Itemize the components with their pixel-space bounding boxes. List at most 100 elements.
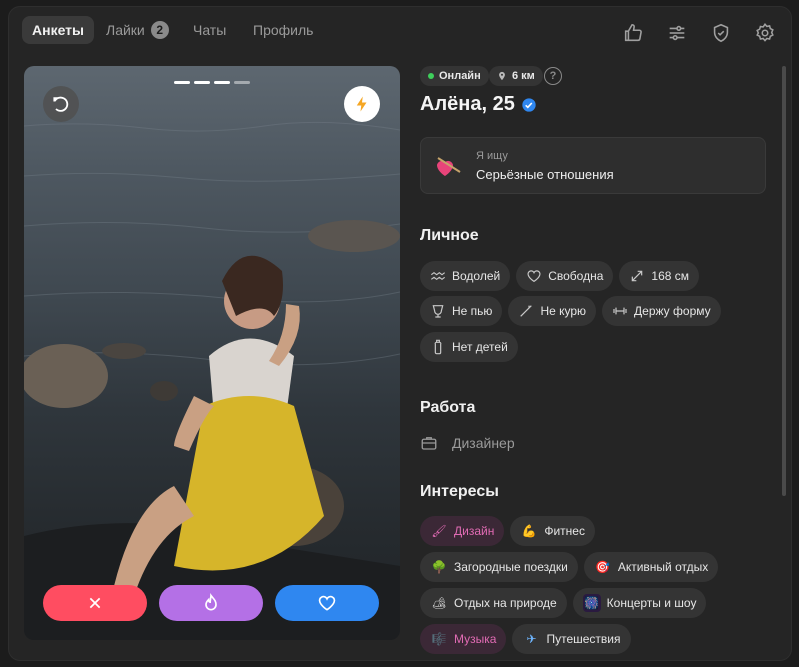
muscle-icon: 💪	[521, 524, 537, 538]
chip-interest-music: 🎼 Музыка	[420, 624, 507, 654]
name-age: Алёна, 25	[420, 93, 515, 115]
heart-outline-icon	[527, 270, 541, 283]
interests-row: 🌳 Загородные поездки 🎯 Активный отдых	[420, 552, 719, 582]
distance-badge: 6 км	[489, 66, 543, 86]
chip-label: Фитнес	[544, 524, 585, 538]
chip-label: Активный отдых	[617, 560, 709, 574]
chip-interest-nature: 🏕 Отдых на природе	[420, 588, 567, 618]
tab-label: Лайки	[106, 22, 145, 38]
target-icon: 🎯	[595, 560, 611, 574]
progress-segment	[194, 81, 210, 84]
sliders-icon[interactable]	[666, 22, 688, 44]
no-smoking-icon	[520, 305, 533, 317]
chip-label: Нет детей	[452, 340, 508, 354]
chip-interest-design: 🖌 Дизайн	[420, 516, 505, 546]
thumbs-up-icon[interactable]	[622, 22, 644, 44]
gear-icon[interactable]	[754, 22, 776, 44]
tab-likes[interactable]: Лайки 2	[106, 16, 169, 44]
chip-children: Нет детей	[420, 332, 518, 362]
name-age-row: Алёна, 25	[420, 93, 537, 116]
boost-button[interactable]	[344, 86, 380, 122]
chip-label: Дизайн	[454, 524, 495, 538]
chip-fitness: Держу форму	[602, 296, 721, 326]
scrollbar[interactable]	[782, 66, 786, 496]
interests-row: 🎼 Музыка ✈ Путешествия	[420, 624, 631, 654]
chip-interest-trips: 🌳 Загородные поездки	[420, 552, 578, 582]
chip-interest-fitness: 💪 Фитнес	[510, 516, 595, 546]
chip-relationship: Свободна	[516, 261, 614, 291]
photo-scene	[24, 121, 400, 640]
shield-check-icon[interactable]	[710, 22, 732, 44]
chip-label: Водолей	[452, 269, 501, 283]
flame-icon	[205, 593, 217, 611]
tab-label: Профиль	[253, 22, 314, 38]
tab-profile[interactable]: Профиль	[253, 16, 313, 44]
chip-smoking: Не курю	[508, 296, 597, 326]
chip-zodiac: Водолей	[420, 261, 511, 291]
chip-label: 168 см	[651, 269, 689, 283]
fireworks-icon: 🎆	[582, 594, 601, 612]
dislike-button[interactable]	[43, 585, 147, 621]
dumbbell-icon	[613, 307, 627, 315]
chip-label: Музыка	[454, 632, 497, 646]
undo-button[interactable]	[43, 86, 79, 122]
bottle-icon	[434, 339, 442, 355]
verified-icon	[522, 97, 536, 112]
tab-label: Анкеты	[32, 22, 84, 38]
glass-icon	[432, 305, 444, 318]
work-row: Дизайнер	[420, 434, 515, 452]
heart-icon	[318, 595, 336, 611]
interests-row: 🖌 Дизайн 💪 Фитнес	[420, 516, 595, 546]
tree-icon: 🌳	[431, 560, 447, 574]
superlike-button[interactable]	[159, 585, 263, 621]
section-title-personal: Личное	[420, 227, 479, 244]
lightning-icon	[356, 96, 367, 112]
likes-count-badge: 2	[150, 21, 169, 39]
chip-interest-active: 🎯 Активный отдых	[583, 552, 719, 582]
personal-row: Не пью Не курю Держу форму	[420, 296, 721, 326]
chip-label: Путешествия	[546, 632, 621, 646]
tab-profiles[interactable]: Анкеты	[22, 16, 94, 44]
online-status-badge: Онлайн	[420, 66, 489, 86]
undo-icon	[53, 96, 69, 112]
chip-label: Концерты и шоу	[606, 596, 697, 610]
chip-label: Не пью	[452, 304, 493, 318]
expand-icon	[632, 270, 643, 282]
progress-segment	[234, 81, 250, 84]
online-dot	[428, 73, 434, 79]
chip-label: Держу форму	[634, 304, 711, 318]
personal-row: Водолей Свободна 168 см	[420, 261, 699, 291]
airplane-icon: ✈	[526, 632, 537, 646]
camping-icon: 🏕	[431, 596, 447, 610]
section-title-interests: Интересы	[420, 483, 499, 500]
music-score-icon: 🎼	[431, 632, 447, 646]
photo-progress	[174, 81, 250, 84]
aquarius-icon	[430, 271, 446, 281]
distance-label: 6 км	[512, 70, 535, 82]
interests-row: 🏕 Отдых на природе 🎆 Концерты и шоу	[420, 588, 707, 618]
chip-drinking: Не пью	[420, 296, 503, 326]
location-pin-icon	[499, 71, 505, 81]
chip-interest-travel: ✈ Путешествия	[512, 624, 631, 654]
chip-interest-concerts: 🎆 Концерты и шоу	[572, 588, 707, 618]
chip-height: 168 см	[619, 261, 699, 291]
progress-segment	[214, 81, 230, 84]
chip-label: Отдых на природе	[454, 596, 557, 610]
tab-chats[interactable]: Чаты	[193, 16, 226, 44]
chip-label: Свободна	[548, 269, 604, 283]
briefcase-icon	[421, 437, 437, 450]
online-label: Онлайн	[439, 70, 481, 82]
help-button[interactable]: ?	[544, 67, 562, 85]
work-value: Дизайнер	[452, 435, 515, 451]
hearts-arrow-icon	[435, 152, 463, 185]
profile-photo[interactable]	[24, 66, 400, 640]
looking-for-value: Серьёзные отношения	[476, 167, 614, 182]
looking-for-card: Я ищу Серьёзные отношения	[420, 137, 766, 194]
chip-label: Не курю	[540, 304, 587, 318]
close-icon	[89, 597, 101, 609]
chip-label: Загородные поездки	[454, 560, 568, 574]
personal-row: Нет детей	[420, 332, 518, 362]
tab-label: Чаты	[193, 22, 227, 38]
like-button[interactable]	[275, 585, 379, 621]
section-title-work: Работа	[420, 399, 476, 416]
